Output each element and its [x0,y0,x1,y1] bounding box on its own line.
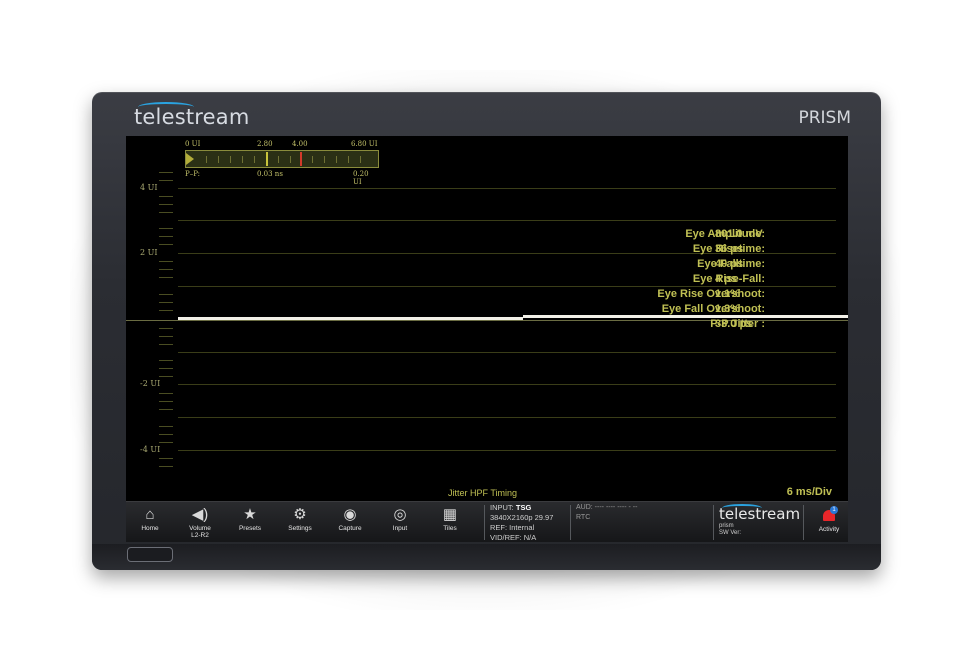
audio-status: AUD: ---- ---- ---- - -- RTC [576,503,637,523]
timebase-label[interactable]: 6 ms/Div [787,486,832,498]
home-button-label: Home [141,525,159,532]
y-label: 2 UI [140,248,158,257]
input-icon: ◎ [393,506,407,523]
model-name: PRISM [798,108,851,128]
gridline [178,384,836,385]
tiles-icon: ▦ [442,506,458,523]
ref-status: REF: Internal [490,523,535,532]
y-label: -4 UI [140,445,161,454]
bell-icon: 1 [821,506,838,524]
gridline [178,188,836,189]
speaker-icon: ◀︎) [191,506,209,523]
measurement-value: 40 ps [715,258,744,270]
gridline [178,220,836,221]
input-value: TSG [515,503,532,512]
vidref-status: VID/REF: N/A [490,533,537,542]
home-icon: ⌂ [145,506,155,523]
jitter-plot: 0 UI 2.80 4.00 6.80 UI P–P: 0.03 ns 0.20… [126,136,848,501]
measurement-value: 1.1% [715,288,741,300]
meter-scale-3: 6.80 UI [351,140,378,148]
logo-swoosh [722,504,762,512]
gridline [178,450,836,451]
meter-marker-limit [300,152,302,166]
presets-button[interactable]: ★ Presets [230,506,270,532]
prism-device: telestream PRISM 0 UI 2.80 4.00 6.80 UI [92,92,881,570]
y-label: 4 UI [140,183,158,192]
bottom-bezel [92,544,881,570]
volume-channel: L2-R2 [191,532,209,539]
jitter-meter: 0 UI 2.80 4.00 6.80 UI P–P: 0.03 ns 0.20… [183,136,379,186]
home-button[interactable]: ⌂ Home [130,506,170,532]
aud-readout: AUD: ---- ---- ---- - -- [576,504,638,511]
meter-marker-warning [266,152,268,166]
star-icon: ★ [243,506,257,523]
brand-sub: prism [719,523,734,529]
prism-brand-block: telestream prism SW Ver: [719,504,800,537]
jitter-trace [178,317,523,320]
meter-scale-1: 2.80 [257,140,273,148]
measurement-value: 36 ps [715,243,744,255]
tiles-button-label: Tiles [443,525,457,532]
measurement-value: 4 ps [715,273,738,285]
settings-button-label: Settings [288,525,312,532]
volume-button[interactable]: ◀︎) Volume L2-R2 [180,506,220,539]
camera-icon: ◉ [343,506,357,523]
hardware-home-button[interactable] [127,547,173,562]
meter-pp-value: 0.03 ns [257,170,283,178]
volume-button-label: Volume [189,525,211,532]
gridline [178,352,836,353]
gridline [178,417,836,418]
measurement-value: 801.0 mV [715,228,763,240]
input-button[interactable]: ◎ Input [380,506,420,532]
activity-badge: 1 [830,506,838,514]
meter-scale-2: 4.00 [292,140,308,148]
telestream-logo: telestream [134,102,250,129]
rtc-label: RTC [576,514,591,521]
taskbar: ⌂ Home ◀︎) Volume L2-R2 ★ Presets ⚙ Sett… [126,501,848,542]
measurement-value: 33.0 ps [715,318,753,330]
gear-icon: ⚙ [293,506,307,523]
meter-fill [186,153,194,165]
meter-scale-0: 0 UI [185,140,201,148]
plot-title: Jitter HPF Timing [448,488,518,498]
video-format: 3840X2160p 29.97 [490,513,554,522]
capture-button-label: Capture [338,525,362,532]
input-status[interactable]: INPUT: TSG 3840X2160p 29.97 REF: Interna… [490,503,553,542]
sw-version: SW Ver: [719,530,742,536]
activity-label: Activity [818,526,840,533]
input-button-label: Input [392,525,408,532]
activity-button[interactable]: 1 Activity [814,506,844,533]
input-label: INPUT: [490,503,514,512]
y-label: -2 UI [140,379,161,388]
measurement-value: 1.3% [715,303,741,315]
meter-pp-label: P–P: [185,170,201,178]
meter-max-label: 0.20 UI [353,170,369,186]
meter-bar [185,150,379,168]
settings-button[interactable]: ⚙ Settings [280,506,320,532]
presets-button-label: Presets [238,525,262,532]
capture-button[interactable]: ◉ Capture [330,506,370,532]
logo-swoosh [138,102,194,112]
tiles-button[interactable]: ▦ Tiles [430,506,470,532]
measurement-values: 801.0 mV 36 ps 40 ps 4 ps 1.1% 1.3% 33.0… [715,227,763,332]
display-screen: 0 UI 2.80 4.00 6.80 UI P–P: 0.03 ns 0.20… [126,136,848,542]
